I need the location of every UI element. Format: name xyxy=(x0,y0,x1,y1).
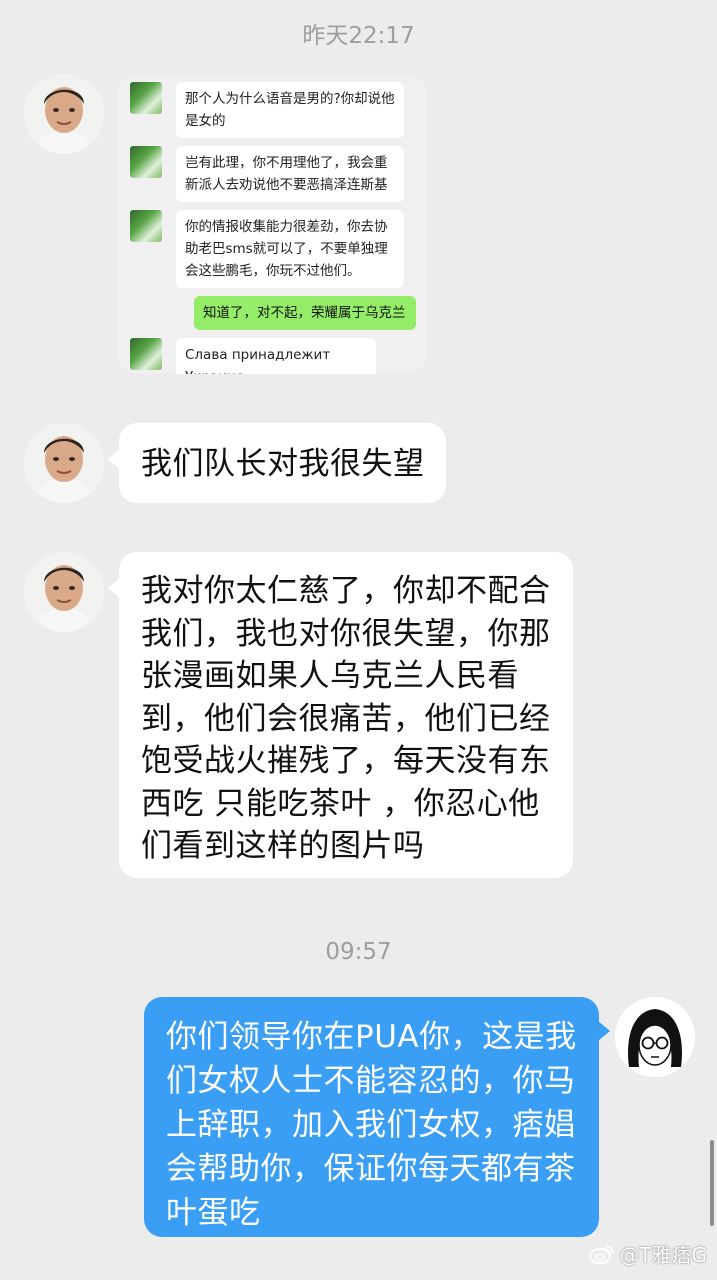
contact-avatar-icon xyxy=(130,146,162,178)
weibo-icon xyxy=(589,1244,615,1264)
screenshot-message-outgoing: 知道了，对不起，荣耀属于乌克兰 xyxy=(194,296,416,330)
chat-screen: 昨天22:17 那个人为什么语音是男的?你却说他是女的 岂有此理，你不用理他了，… xyxy=(0,0,717,1280)
message-bubble-outgoing[interactable]: 你们领导你在PUA你，这是我们女权人士不能容忍的，你马上辞职，加入我们女权，痞娼… xyxy=(144,997,610,1237)
chat-screenshot-image[interactable]: 那个人为什么语音是男的?你却说他是女的 岂有此理，你不用理他了，我会重新派人去劝… xyxy=(118,74,426,374)
message-text: 你们领导你在PUA你，这是我们女权人士不能容忍的，你马上辞职，加入我们女权，痞娼… xyxy=(166,1019,577,1231)
message-text: 我对你太仁慈了，你却不配合我们，我也对你很失望，你那张漫画如果人乌克兰人民看到，… xyxy=(141,573,551,864)
scrollbar[interactable] xyxy=(710,1140,714,1226)
contact-avatar[interactable] xyxy=(24,423,104,503)
self-avatar[interactable] xyxy=(615,997,695,1077)
watermark-text: @T雅痞G xyxy=(619,1243,707,1267)
contact-avatar-icon xyxy=(130,82,162,114)
timestamp: 昨天22:17 xyxy=(302,23,415,49)
timestamp: 09:57 xyxy=(325,939,392,965)
watermark: @T雅痞G xyxy=(589,1239,707,1268)
screenshot-message-row: Слава принадлежит Украине xyxy=(130,338,376,374)
contact-avatar[interactable] xyxy=(24,552,104,632)
screenshot-message: Слава принадлежит Украине xyxy=(176,338,376,374)
screenshot-message-row: 知道了，对不起，荣耀属于乌克兰 xyxy=(194,296,416,330)
screenshot-message-row: 岂有此理，你不用理他了，我会重新派人去劝说他不要恶搞泽连斯基 xyxy=(130,146,404,202)
screenshot-message-row: 那个人为什么语音是男的?你却说他是女的 xyxy=(130,82,404,138)
screenshot-message: 那个人为什么语音是男的?你却说他是女的 xyxy=(176,82,404,138)
screenshot-message: 岂有此理，你不用理他了，我会重新派人去劝说他不要恶搞泽连斯基 xyxy=(176,146,404,202)
screenshot-message-row: 你的情报收集能力很差劲，你去协助老巴sms就可以了，不要单独理会这些鹏毛，你玩不… xyxy=(130,210,404,288)
person-avatar-icon xyxy=(24,552,104,632)
cartoon-woman-avatar-icon xyxy=(615,997,695,1077)
person-avatar-icon xyxy=(24,74,104,154)
contact-avatar-icon xyxy=(130,338,162,370)
contact-avatar[interactable] xyxy=(24,74,104,154)
person-avatar-icon xyxy=(24,423,104,503)
message-text: 我们队长对我很失望 xyxy=(141,446,425,482)
message-bubble[interactable]: 我对你太仁慈了，你却不配合我们，我也对你很失望，你那张漫画如果人乌克兰人民看到，… xyxy=(108,552,573,878)
message-bubble[interactable]: 我们队长对我很失望 xyxy=(108,423,446,503)
screenshot-message: 你的情报收集能力很差劲，你去协助老巴sms就可以了，不要单独理会这些鹏毛，你玩不… xyxy=(176,210,404,288)
contact-avatar-icon xyxy=(130,210,162,242)
